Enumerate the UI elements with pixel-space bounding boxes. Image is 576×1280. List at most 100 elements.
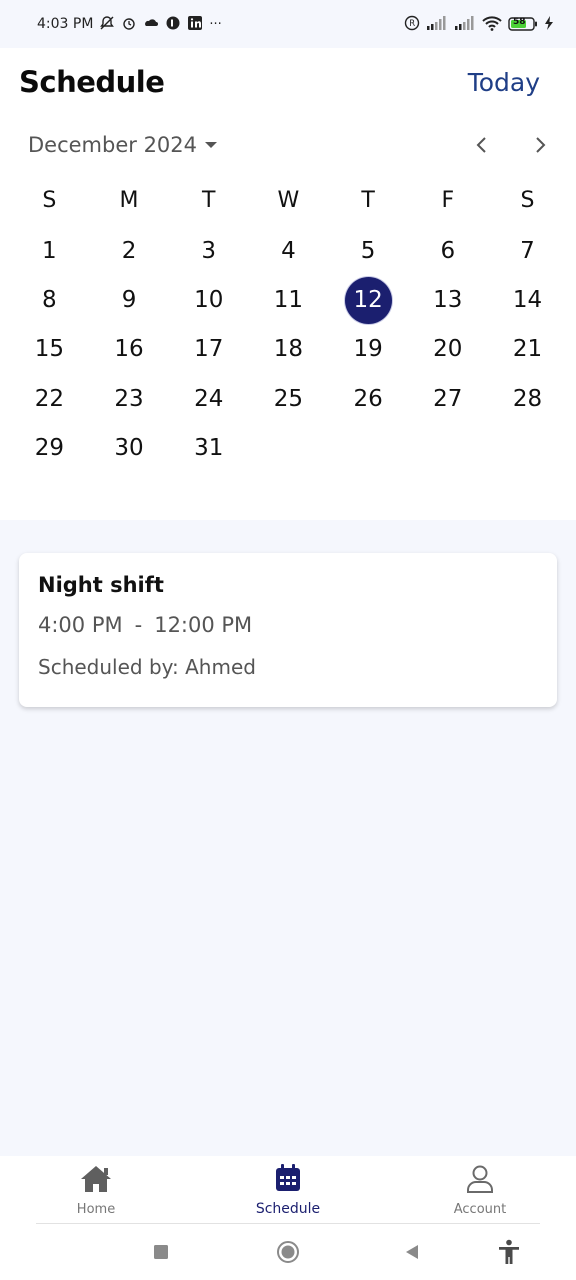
calendar-day[interactable]: 15 xyxy=(10,325,90,374)
calendar-day[interactable]: 1 xyxy=(10,226,90,275)
calendar-day[interactable]: 29 xyxy=(10,424,90,473)
calendar-day-number: 15 xyxy=(34,336,64,363)
calendar-day-number: 24 xyxy=(194,385,224,412)
shift-title: Night shift xyxy=(38,573,164,597)
calendar-day-number: 25 xyxy=(273,385,304,412)
calendar-day[interactable]: 28 xyxy=(488,374,568,423)
linkedin-icon xyxy=(187,15,203,34)
calendar-day[interactable]: 8 xyxy=(10,275,90,324)
nav-label-home: Home xyxy=(76,1201,116,1217)
calendar-day-number: 17 xyxy=(194,336,224,363)
battery-level: 58 xyxy=(513,17,526,27)
calendar-day[interactable]: 16 xyxy=(89,325,169,374)
calendar-day[interactable]: 30 xyxy=(89,424,169,473)
calendar-day-number: 5 xyxy=(360,237,376,264)
caret-down-icon[interactable] xyxy=(205,142,218,148)
calendar-day-number: 9 xyxy=(121,287,137,314)
shift-separator: - xyxy=(134,613,143,637)
home-circle-icon[interactable] xyxy=(276,1240,300,1264)
weekday-label: F xyxy=(441,187,455,213)
calendar-day-number: 30 xyxy=(114,435,144,462)
charging-icon xyxy=(544,15,554,34)
calendar-day-number: 12 xyxy=(344,276,392,324)
weekday-label: T xyxy=(201,187,216,213)
calendar-day-number: 10 xyxy=(194,287,224,314)
calendar-day[interactable]: 6 xyxy=(408,226,488,275)
recents-icon[interactable] xyxy=(149,1240,173,1264)
weekday-label: S xyxy=(42,187,57,213)
calendar-day-number: 13 xyxy=(433,287,463,314)
weekday-label: M xyxy=(119,187,139,213)
calendar-day[interactable]: 5 xyxy=(328,226,408,275)
calendar-day[interactable]: 17 xyxy=(169,325,249,374)
calendar-grid: S M T W T F S 1 2 3 4 5 6 7 8 9 10 11 12 13 14 15 16 17 18 19 20 21… xyxy=(0,174,576,473)
calendar-day[interactable]: 13 xyxy=(408,275,488,324)
calendar-day-number: 21 xyxy=(512,336,543,363)
calendar-day-number: 28 xyxy=(512,385,543,412)
nav-item-schedule[interactable]: Schedule xyxy=(192,1156,384,1224)
calendar-day[interactable]: 26 xyxy=(328,374,408,423)
page-title: Schedule xyxy=(19,65,165,99)
calendar-day-number: 7 xyxy=(520,237,535,264)
calendar-day-number: 4 xyxy=(281,237,296,264)
calendar-day-number: 23 xyxy=(114,385,144,412)
calendar-day[interactable]: 23 xyxy=(89,374,169,423)
shift-card[interactable]: Night shift 4:00 PM - 12:00 PM Scheduled… xyxy=(19,553,557,707)
calendar-icon xyxy=(274,1163,302,1197)
calendar-day[interactable]: 4 xyxy=(249,226,329,275)
calendar-day-number: 1 xyxy=(42,237,57,264)
shift-end: 12:00 PM xyxy=(154,613,253,637)
accessibility-icon[interactable] xyxy=(497,1239,521,1264)
month-selector[interactable]: December 2024 xyxy=(28,133,197,157)
calendar-day[interactable]: 3 xyxy=(169,226,249,275)
chevron-left-icon[interactable] xyxy=(468,131,496,159)
calendar-day[interactable]: 9 xyxy=(89,275,169,324)
calendar-day-number: 16 xyxy=(114,336,144,363)
chevron-right-icon[interactable] xyxy=(526,131,554,159)
calendar-day[interactable]: 18 xyxy=(249,325,329,374)
wifi-icon xyxy=(482,15,502,34)
calendar-day-number: 22 xyxy=(34,385,64,412)
calendar-day-number: 29 xyxy=(34,435,64,462)
calendar-day-number: 14 xyxy=(512,287,543,314)
nav-item-home[interactable]: Home xyxy=(0,1156,192,1224)
calendar-day-number: 31 xyxy=(194,435,224,462)
calendar-day[interactable]: 20 xyxy=(408,325,488,374)
today-button[interactable]: Today xyxy=(468,68,540,97)
calendar-day[interactable]: 7 xyxy=(488,226,568,275)
back-icon[interactable] xyxy=(400,1240,424,1264)
app-icon xyxy=(165,15,181,34)
calendar-day-number: 26 xyxy=(353,385,383,412)
weekday-label: W xyxy=(277,187,300,213)
bell-off-icon xyxy=(99,15,115,34)
calendar-day[interactable]: 19 xyxy=(328,325,408,374)
calendar-day-number: 3 xyxy=(201,237,217,264)
shift-time: 4:00 PM - 12:00 PM xyxy=(38,613,538,637)
nav-label-account: Account xyxy=(453,1201,507,1217)
calendar-day[interactable]: 25 xyxy=(249,374,329,423)
battery-icon: 58 xyxy=(508,16,538,32)
scheduled-by: Scheduled by: Ahmed xyxy=(38,655,256,679)
calendar-day[interactable]: 11 xyxy=(249,275,329,324)
calendar: December 2024 S M T W T F S 1 2 3 4 5 6 7 8 9 10 11 12 13 14… xyxy=(0,116,576,520)
calendar-day-number: 2 xyxy=(121,237,137,264)
calendar-day-selected[interactable]: 12 xyxy=(328,275,408,324)
calendar-day[interactable]: 31 xyxy=(169,424,249,473)
calendar-day[interactable]: 22 xyxy=(10,374,90,423)
calendar-header: December 2024 xyxy=(0,116,576,174)
calendar-day[interactable]: 27 xyxy=(408,374,488,423)
signal-icon xyxy=(426,15,448,33)
calendar-day-number: 6 xyxy=(440,237,456,264)
calendar-day[interactable]: 14 xyxy=(488,275,568,324)
calendar-day[interactable]: 2 xyxy=(89,226,169,275)
signal-icon xyxy=(454,15,476,33)
person-icon xyxy=(465,1164,495,1198)
calendar-day-number: 20 xyxy=(433,336,463,363)
calendar-day[interactable]: 24 xyxy=(169,374,249,423)
calendar-day-number: 8 xyxy=(42,287,57,314)
nav-item-account[interactable]: Account xyxy=(384,1156,576,1224)
alarm-icon xyxy=(121,15,137,34)
calendar-day[interactable]: 10 xyxy=(169,275,249,324)
calendar-day[interactable]: 21 xyxy=(488,325,568,374)
weekday-label: T xyxy=(361,187,375,213)
